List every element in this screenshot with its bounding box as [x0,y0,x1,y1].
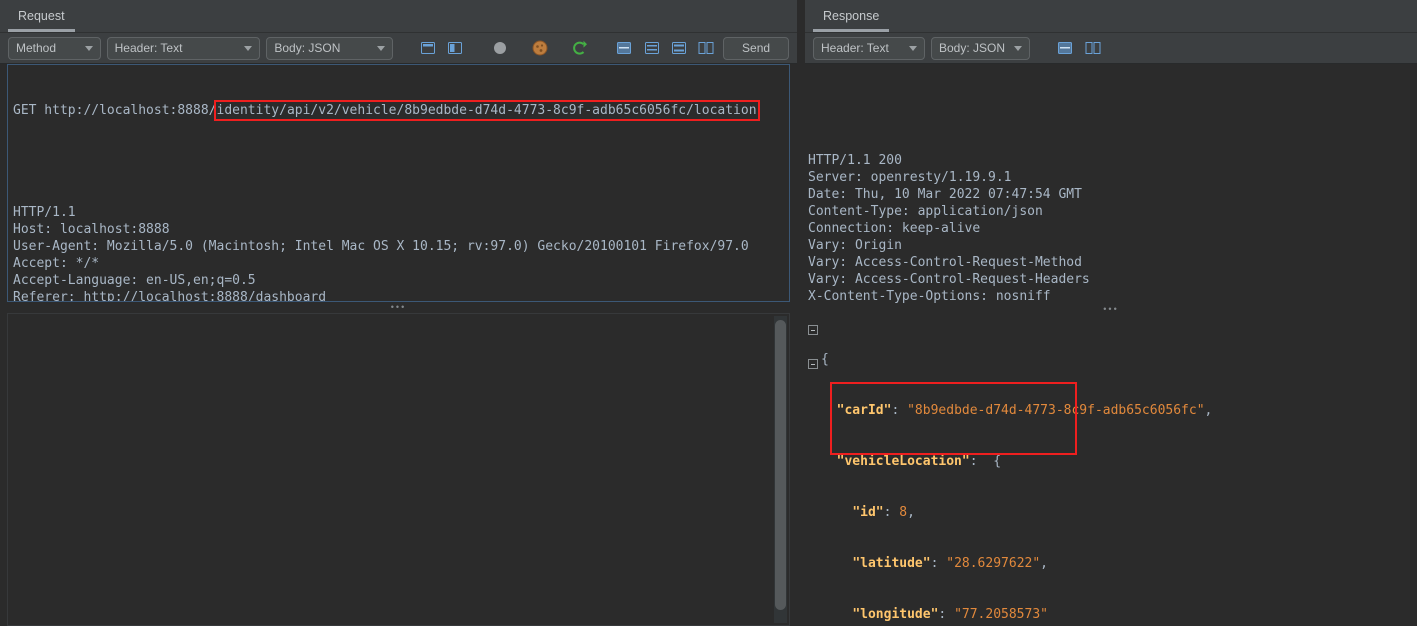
rows-view-button-2[interactable] [668,37,689,59]
header-format-label: Header: Text [114,41,183,55]
response-body-format-label: Body: JSON [939,41,1006,55]
response-json-line: "carId": "8b9edbde-d74d-4773-8c9f-adb65c… [836,403,1213,418]
tab-response[interactable]: Response [811,0,891,32]
rows-view-icon [644,42,659,54]
request-line: Accept: */* [13,256,100,271]
request-tabbar: Request [0,0,797,33]
response-panel: Response Header: Text Body: JSON HTTP/1.… [805,0,1417,626]
response-header-line: Date: Thu, 10 Mar 2022 07:47:54 GMT [808,187,1082,202]
response-splitter[interactable]: ••• [805,304,1417,313]
response-header-line: Vary: Origin [808,238,902,253]
request-panel: Request Method Header: Text Body: JSON S… [0,0,797,626]
combined-view-button[interactable] [614,37,635,59]
chevron-down-icon [909,45,917,51]
response-headers-editor[interactable]: HTTP/1.1 200 Server: openresty/1.19.9.1 Da… [805,64,1417,305]
chevron-down-icon [244,45,253,51]
request-url-highlight-annotation: identity/api/v2/vehicle/8b9edbde-d74d-47… [213,100,760,121]
request-line: Referer: http://localhost:8888/dashboard [13,290,327,302]
request-toolbar: Method Header: Text Body: JSON Send [0,33,797,64]
revert-arrow-button[interactable] [568,37,589,59]
cookie-button[interactable] [529,37,550,59]
revert-arrow-icon [573,40,587,55]
response-json-line: "longitude": "77.2058573" [852,607,1048,622]
response-header-line: X-Content-Type-Options: nosniff [808,289,1051,304]
body-format-label: Body: JSON [274,41,341,55]
request-editor[interactable]: GET http://localhost:8888/identity/api/v… [7,64,790,302]
request-line: HTTP/1.1 [13,205,76,220]
response-header-line: Server: openresty/1.19.9.1 [808,170,1012,185]
method-dropdown[interactable]: Method [8,36,101,60]
request-line-url: GET http://localhost:8888/identity/api/v… [13,100,789,121]
request-lines: HTTP/1.1 Host: localhost:8888 User-Agent: … [13,153,789,302]
response-json: { "carId": "8b9edbde-d74d-4773-8c9f-adb6… [821,317,1417,626]
response-tabbar: Response [805,0,1417,33]
response-json-line: "vehicleLocation": { [836,454,1002,469]
chevron-down-icon [84,45,93,51]
response-header-line: HTTP/1.1 200 [808,153,902,168]
request-response-window: Request Method Header: Text Body: JSON S… [0,0,1417,626]
request-body-editor[interactable] [7,313,790,626]
chevron-down-icon [1014,45,1022,51]
request-url-prefix: GET http://localhost:8888/ [13,103,217,118]
maximize-view-button[interactable] [417,37,438,59]
response-header-line: Vary: Access-Control-Request-Headers [808,272,1090,287]
panel-divider[interactable] [797,0,805,626]
tab-response-label: Response [823,9,880,23]
method-dropdown-label: Method [16,41,57,55]
response-body-format-dropdown[interactable]: Body: JSON [931,36,1030,60]
response-json-line: "id": 8, [852,505,915,520]
send-button[interactable]: Send [723,36,790,60]
response-toolbar: Header: Text Body: JSON [805,33,1417,64]
tab-request[interactable]: Request [6,0,77,32]
split-view-icon [447,42,462,54]
tab-request-label: Request [18,9,65,23]
response-header-line: Connection: keep-alive [808,221,981,236]
request-line: Accept-Language: en-US,en;q=0.5 [13,273,256,288]
fold-collapse-icon[interactable] [808,325,818,335]
fold-collapse-icon[interactable] [808,359,818,369]
request-line: User-Agent: Mozilla/5.0 (Macintosh; Inte… [13,239,749,254]
response-header-format-label: Header: Text [821,41,889,55]
response-side-by-side-view-button[interactable] [1082,37,1104,59]
body-format-dropdown[interactable]: Body: JSON [266,36,393,60]
side-by-side-view-button[interactable] [696,37,717,59]
side-by-side-view-icon [698,42,714,54]
chevron-down-icon [376,45,385,51]
cookie-icon [532,40,548,56]
fold-gutter [805,317,821,626]
response-header-format-dropdown[interactable]: Header: Text [813,36,925,60]
scrollbar-thumb[interactable] [775,320,786,610]
vertical-scrollbar[interactable] [774,316,787,623]
combined-view-icon [617,42,632,54]
record-dot-button[interactable] [490,37,511,59]
response-body-editor[interactable]: { "carId": "8b9edbde-d74d-4773-8c9f-adb6… [805,313,1417,626]
split-view-button[interactable] [444,37,465,59]
response-header-lines: HTTP/1.1 200 Server: openresty/1.19.9.1 Da… [808,101,1417,305]
rows-view-button[interactable] [641,37,662,59]
request-splitter[interactable]: ••• [0,302,797,313]
rows-view-icon-2 [672,42,687,54]
combined-view-icon [1058,42,1072,54]
maximize-view-icon [420,42,435,54]
record-dot-icon [494,42,507,54]
response-combined-view-button[interactable] [1054,37,1076,59]
side-by-side-view-icon [1085,42,1101,54]
request-line: Host: localhost:8888 [13,222,170,237]
header-format-dropdown[interactable]: Header: Text [106,36,261,60]
splitter-drag-handle-icon[interactable]: ••• [391,303,406,312]
response-header-line: Content-Type: application/json [808,204,1043,219]
response-json-line: "latitude": "28.6297622", [852,556,1048,571]
response-header-line: Vary: Access-Control-Request-Method [808,255,1082,270]
response-json-line: { [821,352,829,367]
